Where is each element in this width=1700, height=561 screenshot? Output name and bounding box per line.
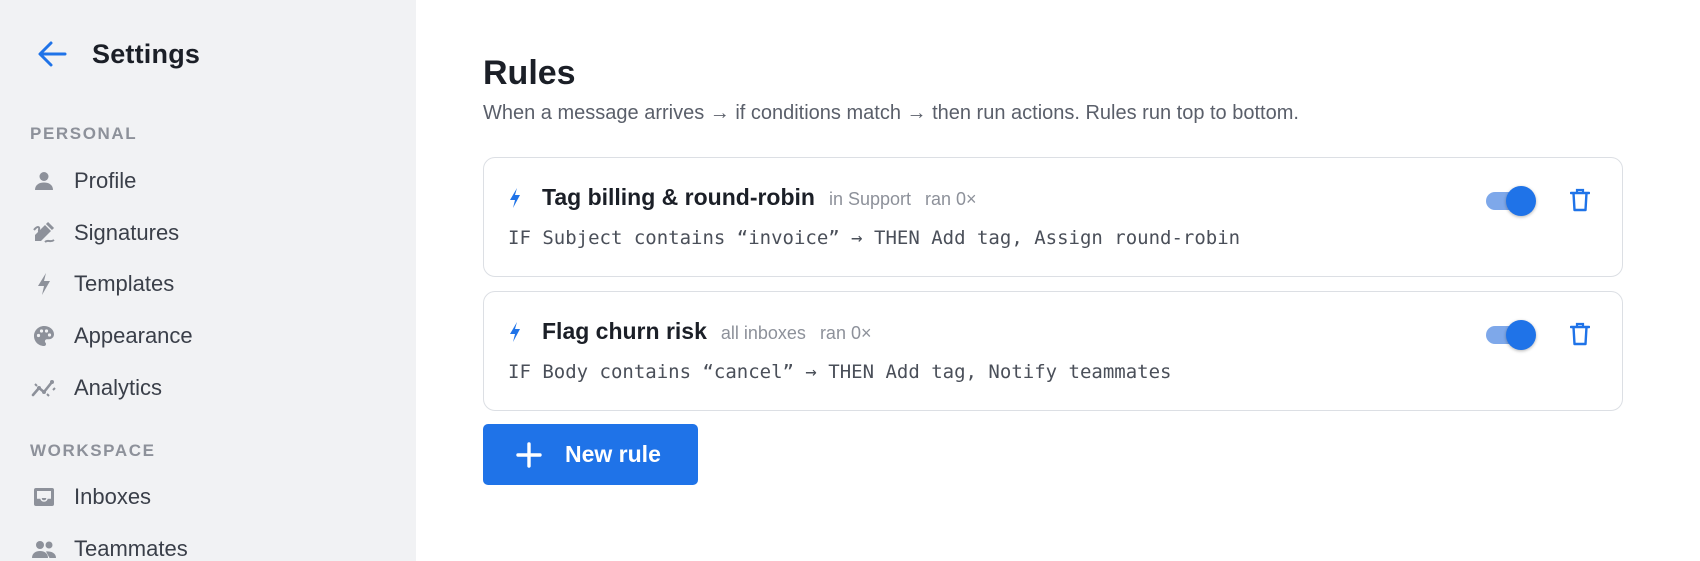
page-subtitle: When a message arrives → if conditions m… [483,102,1299,124]
section-label-workspace: WORKSPACE [30,441,156,460]
toggle-knob [1506,320,1536,350]
palette-icon [30,322,58,350]
people-icon [30,535,58,561]
rule-scope: all inboxes [720,323,806,343]
rule-logic: IF Subject contains “invoice” → THEN Add… [508,227,1241,249]
rule-header: Flag churn risk all inboxes ran 0× [508,318,871,345]
sidebar-item-label: Inboxes [74,484,152,509]
sidebar-item-label: Teammates [74,536,188,561]
sidebar-item-label: Appearance [74,323,193,348]
rule-enabled-toggle[interactable] [1486,320,1536,350]
trash-icon [1570,188,1590,212]
delete-rule-button[interactable] [1568,320,1592,348]
sidebar-header: Settings [36,38,200,70]
rules-panel: Rules When a message arrives → if condit… [416,0,1700,561]
sidebar-item-teammates[interactable]: Teammates [30,529,390,561]
new-rule-label: New rule [565,441,661,467]
rule-name[interactable]: Tag billing & round-robin [542,184,815,211]
sidebar-item-label: Analytics [74,375,163,400]
sidebar-item-templates[interactable]: Templates [30,264,390,304]
rule-card: Tag billing & round-robin in Support ran… [483,157,1623,277]
person-icon [30,167,58,195]
toggle-knob [1506,186,1536,216]
sidebar-item-profile[interactable]: Profile [30,161,390,201]
rule-logic: IF Body contains “cancel” → THEN Add tag… [508,361,1172,383]
rule-run-count: ran 0× [819,323,872,343]
rule-scope: in Support [828,189,912,209]
sidebar-item-label: Profile [74,168,137,193]
analytics-icon [30,374,58,402]
sidebar-item-label: Signatures [74,220,180,245]
delete-rule-button[interactable] [1568,186,1592,214]
rule-enabled-toggle[interactable] [1486,186,1536,216]
section-label-personal: PERSONAL [30,124,138,143]
page-title: Rules [483,54,576,92]
settings-sidebar: Settings PERSONAL Profile Signatures Tem… [0,0,416,561]
trash-icon [1570,322,1590,346]
sidebar-item-inboxes[interactable]: Inboxes [30,477,390,517]
sidebar-title: Settings [92,38,201,69]
arrow-left-icon [38,41,67,67]
sidebar-item-appearance[interactable]: Appearance [30,316,390,356]
sidebar-item-analytics[interactable]: Analytics [30,368,390,408]
rule-run-count: ran 0× [925,189,977,209]
signature-icon [30,219,58,247]
sidebar-item-signatures[interactable]: Signatures [30,213,390,253]
sidebar-item-label: Templates [74,271,175,296]
back-button[interactable] [36,38,68,70]
rule-name[interactable]: Flag churn risk [542,318,707,345]
new-rule-button[interactable]: New rule [483,424,698,485]
plus-icon [515,441,543,469]
bolt-icon [508,187,526,209]
bolt-icon [508,321,526,343]
rule-card: Flag churn risk all inboxes ran 0× IF Bo… [483,291,1623,411]
bolt-icon [30,270,58,298]
rule-header: Tag billing & round-robin in Support ran… [508,184,977,211]
inbox-icon [30,483,58,511]
